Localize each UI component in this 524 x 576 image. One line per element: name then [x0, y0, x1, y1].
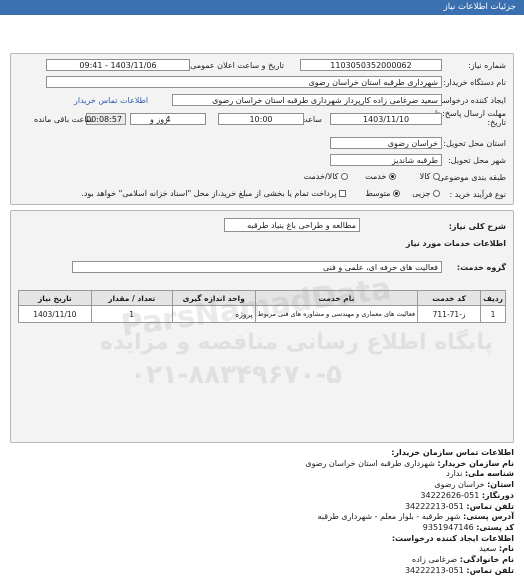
cell-row: 1 — [480, 305, 506, 323]
cell-date: 1403/11/10 — [18, 305, 92, 323]
buyer-contact-line: تلفن تماس: 051-34222213 — [404, 501, 514, 511]
category-radio-goods-service[interactable] — [341, 173, 348, 180]
buyer-contact-heading: اطلاعات تماس سازمان خریدار: — [391, 448, 514, 457]
col-row: ردیف — [480, 290, 506, 306]
category-radio-goods[interactable] — [433, 173, 440, 180]
service-group-label: گروه خدمت: — [456, 263, 506, 272]
process-option-minor[interactable]: جزیی — [412, 189, 440, 198]
announce-label: تاریخ و ساعت اعلان عمومی: — [187, 61, 284, 70]
services-heading: اطلاعات خدمات مورد نیاز — [405, 239, 506, 248]
col-qty: تعداد / مقدار — [90, 290, 173, 306]
process-option-medium-label: متوسط — [365, 189, 391, 198]
creator-contact-heading: اطلاعات ایجاد کننده درخواست: — [391, 533, 514, 543]
header-bar: جزئیات اطلاعات نیاز — [0, 0, 524, 15]
need-number-field: 1103050352000062 — [300, 59, 442, 71]
category-radio-service[interactable] — [389, 173, 396, 180]
deadline-label: مهلت ارسال پاسخ: تا تاریخ: — [435, 109, 506, 127]
buyer-contact-line: شناسه ملی: ندارد — [446, 469, 514, 479]
process-label: نوع فرآیند خرید : — [449, 190, 506, 199]
buyer-contact-link[interactable]: اطلاعات تماس خریدار — [74, 96, 148, 105]
services-table-header: ردیف کد خدمت نام خدمت واحد اندازه گیری ت… — [18, 290, 506, 306]
remaining-days-field: 4 — [130, 113, 206, 125]
category-option-goods-service[interactable]: کالا/خدمت — [304, 172, 348, 181]
province-label: استان محل تحویل: — [443, 139, 506, 148]
province-field: خراسان رضوی — [330, 137, 442, 149]
category-option-goods[interactable]: کالا — [420, 172, 440, 181]
buyer-contact-line: کد پستی: 9351947146 — [422, 522, 514, 532]
process-option-medium[interactable]: متوسط — [365, 189, 400, 198]
buyer-org-label: نام دستگاه خریدار: — [443, 78, 506, 87]
creator-field: سعید ضرغامی زاده کارپرداز شهرداری طرقبه … — [172, 94, 442, 106]
cell-code: ز-71-711 — [417, 305, 482, 323]
buyer-contact-line: استان: خراسان رضوی — [434, 480, 514, 490]
col-unit: واحد اندازه گیری — [171, 290, 256, 306]
process-option-minor-label: جزیی — [412, 189, 431, 198]
col-date: تاریخ نیاز — [18, 290, 92, 306]
buyer-contact-line: دورنگار: 051-34222626 — [420, 490, 514, 500]
process-radio-medium[interactable] — [393, 190, 400, 197]
creator-contact-line: نام خانوادگی: ضرغامی زاده — [412, 555, 514, 565]
buyer-contact-line: آدرس پستی: شهر طرقبه - بلوار معلم - شهرد… — [317, 512, 514, 522]
creator-contact-line: نام: سعید — [479, 544, 514, 554]
cell-name: فعالیت های معماری و مهندسی و مشاوره های … — [254, 305, 419, 323]
cell-qty: 1 — [90, 305, 173, 323]
deadline-time-field: 10:00 — [218, 113, 304, 125]
table-row: 1 ز-71-711 فعالیت های معماری و مهندسی و … — [18, 305, 506, 323]
col-name: نام خدمت — [254, 290, 419, 306]
need-number-label: شماره نیاز: — [468, 61, 506, 70]
creator-contact-line: تلفن تماس: 051-34222213 — [404, 565, 514, 575]
deadline-label-line2: تاریخ: — [487, 118, 506, 127]
category-option-service[interactable]: خدمت — [365, 172, 396, 181]
treasury-payment-checkbox[interactable] — [339, 190, 346, 197]
creator-label: ایجاد کننده درخواست: — [432, 96, 506, 105]
process-radio-minor[interactable] — [433, 190, 440, 197]
city-label: شهر محل تحویل: — [448, 156, 506, 165]
days-label: روز و — [150, 115, 168, 124]
page-title: جزئیات اطلاعات نیاز — [443, 2, 516, 12]
deadline-label-line1: مهلت ارسال پاسخ: تا — [434, 109, 506, 118]
summary-label: شرح کلی نیاز: — [448, 222, 506, 231]
announce-field: 1403/11/06 - 09:41 — [46, 59, 190, 71]
buyer-org-field: شهرداری طرقبه استان خراسان رضوی — [46, 76, 442, 88]
buyer-contact-line: نام سازمان خریدار: شهرداری طرقبه استان خ… — [305, 458, 514, 468]
treasury-payment-note: پرداخت تمام یا بخشی از مبلغ خرید،از محل … — [81, 189, 337, 198]
services-table: ردیف کد خدمت نام خدمت واحد اندازه گیری ت… — [18, 290, 506, 323]
deadline-date-field: 1403/11/10 — [330, 113, 442, 125]
summary-field: مطالعه و طراحی باغ بنیاد طرقبه — [224, 218, 360, 232]
cell-unit: پروژه — [171, 305, 256, 323]
category-label: طبقه بندی موضوعی: — [435, 173, 506, 182]
category-option-goods-service-label: کالا/خدمت — [303, 172, 339, 181]
col-code: کد خدمت — [417, 290, 482, 306]
remaining-time-label: ساعت باقی مانده — [34, 115, 94, 124]
category-option-goods-label: کالا — [419, 172, 431, 181]
city-field: طرقبه شاندیز — [330, 154, 442, 166]
treasury-payment-option[interactable]: پرداخت تمام یا بخشی از مبلغ خرید،از محل … — [81, 189, 346, 198]
category-option-service-label: خدمت — [365, 172, 387, 181]
buyer-contact-section: اطلاعات تماس سازمان خریدار: نام سازمان خ… — [20, 448, 514, 576]
service-group-field: فعالیت های حرفه ای، علمی و فنی — [72, 261, 442, 273]
